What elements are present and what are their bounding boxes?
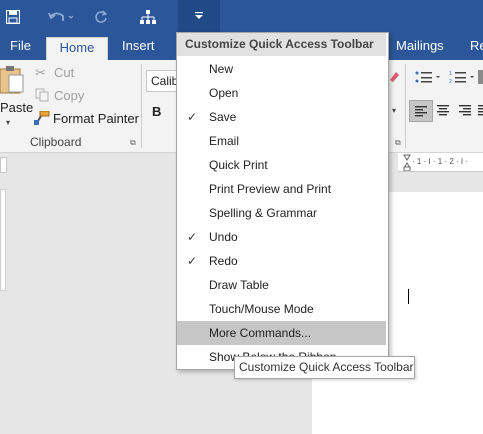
menu-item[interactable]: ✓ Save	[177, 105, 386, 129]
font-name-value: Calib	[151, 74, 179, 88]
menu-item[interactable]: Quick Print	[177, 153, 386, 177]
font-dropdown-icon[interactable]: ▾	[392, 106, 396, 115]
menu-item-label: Open	[209, 86, 239, 100]
justify-icon[interactable]	[478, 104, 483, 118]
bullets-icon[interactable]	[414, 70, 444, 84]
copy-button[interactable]: Copy	[54, 88, 84, 103]
menu-item-label: Save	[209, 110, 237, 124]
checkmark-icon: ✓	[187, 110, 198, 124]
tab-home[interactable]: Home	[46, 37, 108, 61]
ruler-corner	[0, 157, 7, 173]
menu-item[interactable]: New	[177, 57, 386, 81]
menu-item-label: Spelling & Grammar	[209, 206, 318, 220]
format-painter-button[interactable]: Format Painter	[53, 111, 139, 126]
menu-item-label: Redo	[209, 254, 238, 268]
sitemap-icon[interactable]	[136, 4, 160, 30]
svg-text:1: 1	[449, 71, 452, 77]
cut-icon: ✂	[35, 65, 46, 80]
copy-icon	[35, 88, 49, 102]
tab-insert[interactable]: Insert	[112, 36, 165, 60]
menu-item-label: More Commands...	[209, 326, 312, 340]
checkmark-icon: ✓	[187, 254, 198, 268]
menu-item-label: New	[209, 62, 234, 76]
menu-item[interactable]: Print Preview and Print	[177, 177, 386, 201]
undo-icon[interactable]	[44, 4, 78, 30]
menu-item[interactable]: Touch/Mouse Mode	[177, 297, 386, 321]
align-right-icon[interactable]	[457, 104, 473, 118]
menu-item[interactable]: Draw Table	[177, 273, 386, 297]
menu-item-label: Draw Table	[209, 278, 269, 292]
numbering-icon[interactable]: 12	[449, 70, 479, 85]
tab-mailings[interactable]: Mailings	[386, 36, 454, 60]
menu-item[interactable]: ✓ Undo	[177, 225, 386, 249]
font-name-box[interactable]: Calib	[146, 70, 178, 92]
align-left-button[interactable]	[409, 100, 433, 122]
paste-dropdown-icon[interactable]: ▾	[6, 118, 10, 127]
text-cursor	[408, 289, 409, 304]
clear-formatting-icon[interactable]	[388, 70, 400, 84]
group-separator	[141, 64, 142, 148]
tooltip: Customize Quick Access Toolbar	[234, 356, 415, 379]
cut-button[interactable]: Cut	[54, 65, 74, 80]
menu-item-label: Email	[209, 134, 240, 148]
menu-item-label: Print Preview and Print	[209, 182, 332, 196]
tab-review[interactable]: Re	[460, 36, 483, 60]
bold-button[interactable]: B	[152, 104, 161, 119]
page-edge	[0, 189, 6, 291]
horizontal-ruler[interactable]: · 1 · I · 1 · 2 · I ·	[398, 153, 483, 172]
clipboard-group-label: Clipboard	[30, 135, 82, 149]
clipboard-launcher-icon[interactable]: ⧉	[130, 138, 136, 148]
multilevel-list-icon[interactable]	[478, 70, 483, 84]
tab-file[interactable]: File	[0, 36, 41, 60]
title-bar	[0, 0, 483, 36]
menu-title: Customize Quick Access Toolbar	[177, 33, 386, 56]
menu-item[interactable]: ✓ Redo	[177, 249, 386, 273]
customize-qat-menu: Customize Quick Access Toolbar New Open ✓ S…	[176, 32, 389, 370]
paste-button[interactable]: Paste	[0, 100, 33, 115]
svg-text:2: 2	[449, 79, 452, 84]
menu-item-label: Undo	[209, 230, 238, 244]
save-icon[interactable]	[2, 4, 24, 30]
menu-item[interactable]: More Commands...	[177, 321, 386, 345]
menu-item[interactable]: Email	[177, 129, 386, 153]
menu-item[interactable]: Spelling & Grammar	[177, 201, 386, 225]
checkmark-icon: ✓	[187, 230, 198, 244]
svg-text:· 1 · I · 1 · 2 · I ·: · 1 · I · 1 · 2 · I ·	[412, 157, 468, 166]
align-center-icon[interactable]	[435, 104, 451, 118]
format-painter-icon	[34, 110, 50, 125]
menu-item-label: Touch/Mouse Mode	[209, 302, 314, 316]
paste-icon[interactable]	[0, 66, 24, 94]
menu-item[interactable]: Open	[177, 81, 386, 105]
customize-qat-dropdown-icon[interactable]	[178, 0, 220, 32]
menu-item-label: Quick Print	[209, 158, 268, 172]
font-launcher-icon[interactable]: ⧉	[395, 138, 401, 148]
redo-icon[interactable]	[91, 4, 111, 30]
group-separator	[405, 64, 406, 148]
